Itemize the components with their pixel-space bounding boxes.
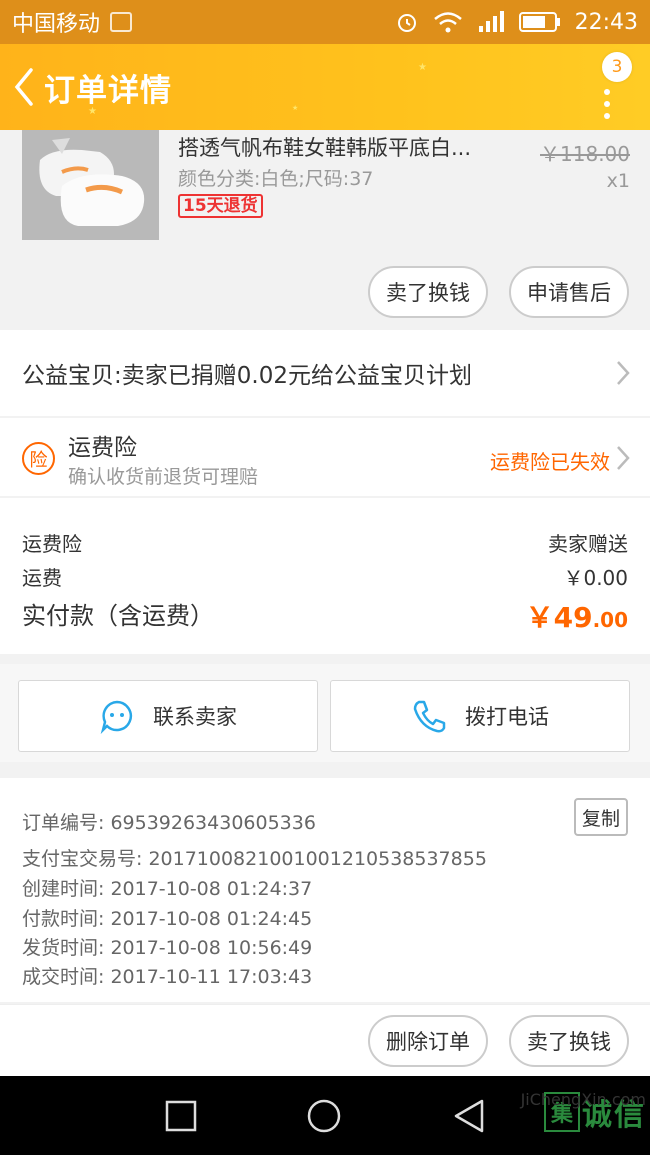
sell-for-cash-bottom-button[interactable]: 卖了换钱 — [509, 1015, 629, 1067]
product-item[interactable]: 搭透气帆布鞋女鞋韩版平底白... 颜色分类:白色;尺码:37 15天退货 ￥11… — [0, 130, 650, 326]
page-title: 订单详情 — [44, 72, 172, 109]
fee-summary: 运费险 卖家赠送 运费 ￥0.00 实付款（含运费） ￥49.00 — [0, 498, 650, 654]
delete-order-button[interactable]: 删除订单 — [368, 1015, 488, 1067]
call-phone-button[interactable]: 拨打电话 — [330, 680, 630, 752]
clock-time: 22:43 — [574, 9, 638, 35]
chevron-left-icon — [14, 68, 33, 106]
product-thumbnail[interactable] — [22, 130, 159, 240]
recent-apps-icon[interactable] — [165, 1100, 197, 1132]
created-time: 创建时间: 2017-10-08 01:24:37 — [22, 878, 313, 900]
total-paid-row: 实付款（含运费） ￥49.00 — [22, 596, 628, 636]
signal-icon — [477, 10, 505, 34]
decor-star-icon: ★ — [88, 106, 97, 117]
return-policy-badge: 15天退货 — [178, 194, 263, 218]
carrier-label: 中国移动 — [12, 12, 101, 37]
alarm-icon — [395, 10, 419, 34]
completed-time: 成交时间: 2017-10-11 17:03:43 — [22, 966, 313, 988]
contact-seller-button[interactable]: 联系卖家 — [18, 680, 318, 752]
header-bar: ★ ★ ★ 订单详情 3 — [0, 44, 650, 130]
insurance-fee-label: 运费险 — [22, 532, 82, 556]
decor-star-icon: ★ — [418, 62, 427, 73]
currency-symbol: ￥ — [525, 601, 554, 634]
status-bar: 中国移动 22:43 — [0, 0, 650, 44]
sell-for-cash-button[interactable]: 卖了换钱 — [368, 266, 488, 318]
battery-icon — [518, 11, 561, 33]
paid-time: 付款时间: 2017-10-08 01:24:45 — [22, 908, 313, 930]
total-paid-amount: ￥49.00 — [526, 596, 628, 636]
phone-icon — [413, 700, 446, 733]
product-attributes: 颜色分类:白色;尺码:37 — [178, 168, 374, 190]
total-paid-label: 实付款（含运费） — [22, 602, 214, 630]
sim-icon — [110, 12, 133, 32]
wifi-icon — [433, 10, 463, 34]
insurance-fee-row: 运费险 卖家赠送 — [22, 528, 628, 557]
insurance-icon: 险 — [22, 442, 55, 475]
original-price: ￥118.00 — [540, 142, 630, 166]
alipay-transaction-number: 支付宝交易号: 2017100821001001210538537855 — [22, 848, 487, 870]
order-number: 订单编号: 69539263430605336 — [22, 812, 316, 834]
shipping-insurance-row[interactable]: 险 运费险 确认收货前退货可理赔 运费险已失效 — [0, 418, 650, 496]
system-nav-bar: 集 诚信 JiChengXin.com — [0, 1076, 650, 1155]
chevron-right-icon — [617, 361, 630, 385]
shipping-fee-label: 运费 — [22, 566, 62, 590]
order-info: 订单编号: 69539263430605336 复制 支付宝交易号: 20171… — [0, 778, 650, 1002]
chat-bubble-icon — [100, 700, 133, 734]
back-button[interactable] — [4, 44, 44, 130]
product-quantity: x1 — [606, 170, 630, 192]
back-triangle-icon[interactable] — [452, 1098, 486, 1134]
shipped-time: 发货时间: 2017-10-08 10:56:49 — [22, 937, 313, 959]
contact-seller-label: 联系卖家 — [153, 705, 237, 729]
shipping-fee-value: ￥0.00 — [563, 566, 628, 590]
home-icon[interactable] — [306, 1098, 342, 1134]
after-sale-button[interactable]: 申请售后 — [509, 266, 629, 318]
product-name[interactable]: 搭透气帆布鞋女鞋韩版平底白... — [178, 132, 498, 162]
shoe-image-icon — [22, 130, 159, 240]
insurance-fee-value: 卖家赠送 — [548, 532, 628, 556]
watermark-site: JiChengXin.com — [520, 1090, 646, 1109]
message-count-badge: 3 — [602, 52, 632, 82]
call-phone-label: 拨打电话 — [465, 705, 549, 729]
total-decimal: .00 — [592, 608, 628, 632]
decor-star-icon: ★ — [292, 104, 299, 112]
insurance-title: 运费险 — [68, 435, 137, 461]
insurance-status: 运费险已失效 — [490, 450, 610, 474]
contact-bar: 联系卖家 拨打电话 — [0, 664, 650, 762]
copy-order-number-button[interactable]: 复制 — [574, 798, 628, 836]
chevron-right-icon — [617, 446, 630, 470]
charity-donation-row[interactable]: 公益宝贝:卖家已捐赠0.02元给公益宝贝计划 — [0, 330, 650, 416]
shipping-fee-row: 运费 ￥0.00 — [22, 562, 628, 591]
order-action-bar: 删除订单 卖了换钱 — [0, 1004, 650, 1076]
charity-donation-text: 公益宝贝:卖家已捐赠0.02元给公益宝贝计划 — [22, 363, 472, 389]
insurance-subtitle: 确认收货前退货可理赔 — [68, 466, 259, 488]
total-integer: 49 — [553, 601, 593, 634]
